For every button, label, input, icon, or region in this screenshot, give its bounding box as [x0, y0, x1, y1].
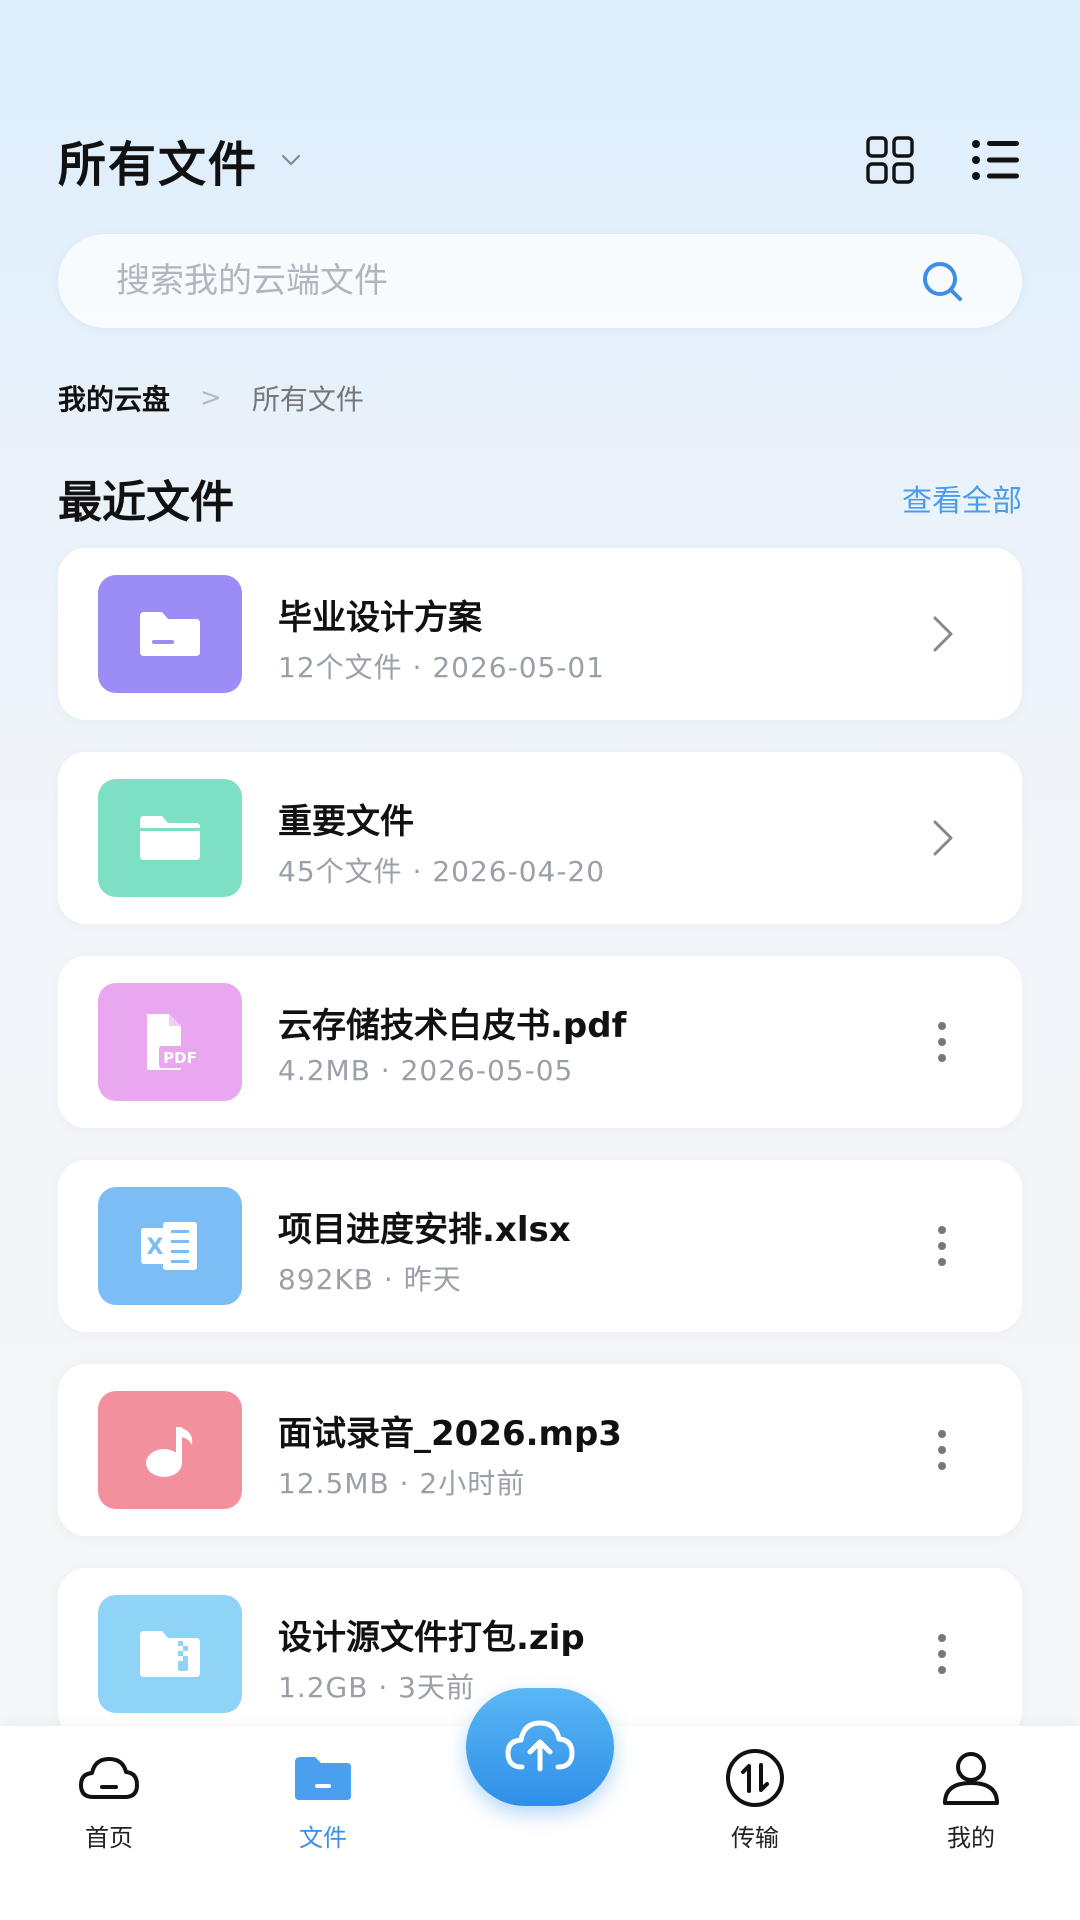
cloud-icon — [77, 1746, 141, 1810]
file-meta: 892KB · 昨天 — [278, 1263, 462, 1296]
tab-label: 文件 — [299, 1824, 347, 1852]
cloud-upload-icon — [504, 1715, 576, 1779]
svg-text:PDF: PDF — [163, 1049, 197, 1067]
svg-text:X: X — [147, 1235, 164, 1260]
list-item[interactable]: 面试录音_2026.mp3 12.5MB · 2小时前 — [58, 1364, 1022, 1536]
search-input[interactable] — [58, 260, 912, 302]
zip-icon — [98, 1595, 242, 1713]
chevron-right-icon[interactable] — [912, 808, 972, 868]
tab-label: 我的 — [947, 1824, 995, 1852]
breadcrumb-separator: > — [200, 383, 222, 413]
list-item[interactable]: 重要文件 45个文件 · 2026-04-20 — [58, 752, 1022, 924]
more-options-icon[interactable] — [912, 1012, 972, 1072]
file-name: 毕业设计方案 — [278, 598, 482, 638]
chevron-down-icon[interactable] — [280, 149, 302, 171]
file-meta: 1.2GB · 3天前 — [278, 1671, 475, 1704]
tab-files[interactable]: 文件 — [258, 1746, 388, 1853]
breadcrumb-current: 所有文件 — [251, 383, 364, 416]
file-name: 项目进度安排.xlsx — [278, 1210, 571, 1250]
file-name: 面试录音_2026.mp3 — [278, 1414, 622, 1454]
chevron-right-icon[interactable] — [912, 604, 972, 664]
file-meta: 12.5MB · 2小时前 — [278, 1467, 526, 1500]
top-accent — [0, 0, 1080, 20]
file-name: 云存储技术白皮书.pdf — [278, 1006, 627, 1046]
tab-label: 首页 — [85, 1824, 133, 1852]
user-icon — [939, 1746, 1003, 1810]
tab-home[interactable]: 首页 — [44, 1746, 174, 1853]
breadcrumb-root[interactable]: 我的云盘 — [58, 378, 170, 418]
more-options-icon[interactable] — [912, 1216, 972, 1276]
pdf-icon: PDF — [98, 983, 242, 1101]
view-all-link[interactable]: 查看全部 — [902, 476, 1022, 520]
folder-icon — [98, 779, 242, 897]
search-bar — [58, 234, 1022, 328]
file-name: 设计源文件打包.zip — [278, 1618, 585, 1658]
more-options-icon[interactable] — [912, 1624, 972, 1684]
header: 所有文件 — [58, 120, 1024, 200]
file-meta: 12个文件 · 2026-05-01 — [278, 651, 606, 684]
list-item[interactable]: PDF 云存储技术白皮书.pdf 4.2MB · 2026-05-05 — [58, 956, 1022, 1128]
grid-view-icon[interactable] — [862, 132, 918, 188]
tab-me[interactable]: 我的 — [906, 1746, 1036, 1853]
tab-transfer[interactable]: 传输 — [690, 1746, 820, 1853]
music-icon — [98, 1391, 242, 1509]
list-item[interactable]: 毕业设计方案 12个文件 · 2026-05-01 — [58, 548, 1022, 720]
search-icon[interactable] — [912, 251, 972, 311]
file-meta: 4.2MB · 2026-05-05 — [278, 1054, 574, 1087]
file-list: 毕业设计方案 12个文件 · 2026-05-01 重要文件 45个文件 · 2… — [58, 548, 1022, 1772]
folder-icon — [291, 1746, 355, 1810]
list-item[interactable]: X 项目进度安排.xlsx 892KB · 昨天 — [58, 1160, 1022, 1332]
list-view-icon[interactable] — [968, 132, 1024, 188]
transfer-icon — [723, 1746, 787, 1810]
header-actions — [862, 132, 1024, 188]
file-meta: 45个文件 · 2026-04-20 — [278, 855, 606, 888]
recent-section-header: 最近文件 查看全部 — [58, 466, 1022, 530]
upload-button[interactable] — [466, 1688, 614, 1806]
breadcrumb: 我的云盘 > 所有文件 — [58, 378, 364, 418]
excel-icon: X — [98, 1187, 242, 1305]
section-title: 最近文件 — [58, 477, 234, 528]
file-name: 重要文件 — [278, 802, 414, 842]
page-title[interactable]: 所有文件 — [58, 125, 258, 195]
more-options-icon[interactable] — [912, 1420, 972, 1480]
folder-icon — [98, 575, 242, 693]
tab-label: 传输 — [731, 1824, 779, 1852]
